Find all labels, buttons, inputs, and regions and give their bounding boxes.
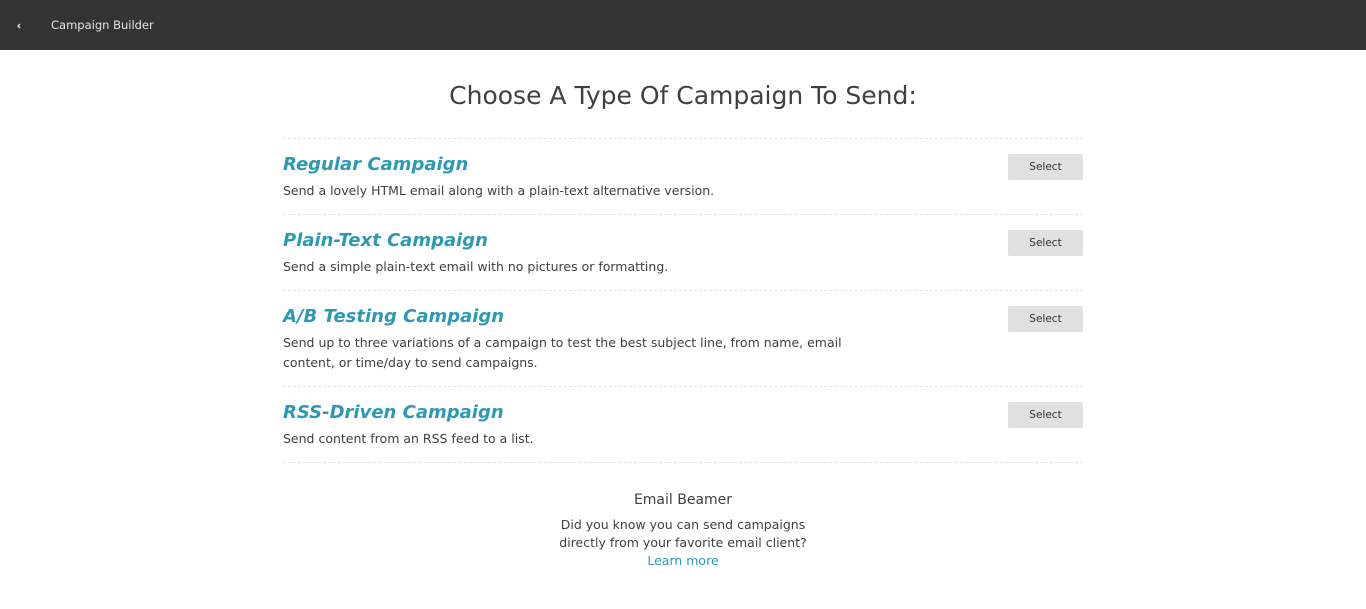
- select-rss-driven-campaign-button[interactable]: Select: [1008, 402, 1083, 428]
- campaign-description: Send up to three variations of a campaig…: [283, 335, 842, 370]
- campaign-description: Send a lovely HTML email along with a pl…: [283, 183, 715, 198]
- campaign-name[interactable]: Plain-Text Campaign: [283, 229, 488, 253]
- campaign-option-rss-driven: RSS-Driven Campaign Send content from an…: [283, 387, 1083, 463]
- email-beamer-section: Email Beamer Did you know you can send c…: [0, 490, 1366, 570]
- campaign-option-ab-testing: A/B Testing Campaign Send up to three va…: [283, 291, 1083, 387]
- campaign-option-plain-text: Plain-Text Campaign Send a simple plain-…: [283, 215, 1083, 291]
- campaign-description: Send content from an RSS feed to a list.: [283, 431, 534, 446]
- top-bar: Campaign Builder: [0, 0, 1366, 50]
- back-arrow-icon[interactable]: [15, 22, 23, 30]
- select-regular-campaign-button[interactable]: Select: [1008, 154, 1083, 180]
- select-plain-text-campaign-button[interactable]: Select: [1008, 230, 1083, 256]
- select-ab-testing-campaign-button[interactable]: Select: [1008, 306, 1083, 332]
- campaign-description: Send a simple plain-text email with no p…: [283, 259, 669, 274]
- email-beamer-title: Email Beamer: [633, 492, 733, 508]
- campaign-type-list: Regular Campaign Send a lovely HTML emai…: [283, 138, 1083, 463]
- email-beamer-text: Did you know you can send campaigns dire…: [559, 517, 807, 550]
- app-title: Campaign Builder: [51, 18, 154, 32]
- learn-more-link[interactable]: Learn more: [0, 552, 1366, 570]
- page-title: Choose A Type Of Campaign To Send:: [449, 81, 917, 110]
- campaign-option-regular: Regular Campaign Send a lovely HTML emai…: [283, 139, 1083, 215]
- campaign-name[interactable]: RSS-Driven Campaign: [283, 401, 504, 425]
- campaign-name[interactable]: Regular Campaign: [283, 153, 468, 177]
- campaign-name[interactable]: A/B Testing Campaign: [283, 305, 504, 329]
